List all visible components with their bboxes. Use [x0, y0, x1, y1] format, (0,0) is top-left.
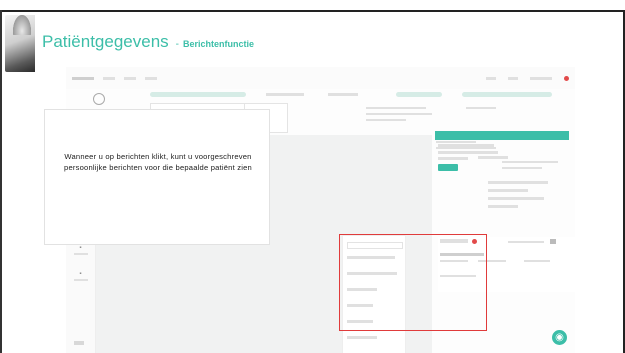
topbar-link[interactable]	[508, 76, 518, 80]
status-pill	[150, 92, 246, 97]
nav-item[interactable]	[124, 76, 136, 80]
corner-decoration-image	[5, 15, 35, 72]
callout-box: Wanneer u op berichten klikt, kunt u voo…	[44, 109, 270, 245]
detail-line	[466, 107, 496, 109]
app-logo[interactable]	[72, 76, 94, 80]
detail-line	[366, 113, 432, 115]
settings-icon[interactable]	[74, 341, 84, 345]
add-icon[interactable]: ▪	[77, 271, 84, 277]
detail-line	[366, 119, 406, 121]
slide-title-row: Patiëntgegevens - Berichtenfunctie	[42, 32, 254, 54]
rail-label	[74, 253, 88, 255]
more-icon[interactable]	[550, 239, 556, 244]
message-icon[interactable]: ▪	[77, 245, 84, 251]
detail-line	[366, 107, 426, 109]
message-preview[interactable]	[438, 144, 494, 147]
panel-line	[502, 161, 558, 163]
nav-item[interactable]	[103, 76, 115, 80]
compose-meta	[508, 241, 544, 243]
topbar-right-group	[486, 75, 569, 81]
panel-line	[488, 189, 528, 192]
panel-line	[488, 197, 544, 200]
nav-item[interactable]	[145, 76, 157, 80]
header-field	[328, 93, 358, 96]
topbar-user[interactable]	[530, 76, 552, 80]
highlight-frame	[339, 234, 487, 331]
header-field	[266, 93, 304, 96]
message-preview[interactable]	[438, 151, 498, 154]
title-separator: -	[175, 39, 179, 50]
list-item[interactable]	[347, 336, 377, 339]
panel-line	[436, 141, 476, 143]
app-topbar	[66, 67, 575, 89]
chat-icon[interactable]: ◉	[552, 330, 567, 345]
rail-label	[74, 279, 88, 281]
avatar	[93, 93, 105, 105]
slide-title: Patiëntgegevens	[42, 32, 169, 51]
status-pill	[462, 92, 552, 97]
topbar-link[interactable]	[486, 76, 496, 80]
status-pill	[396, 92, 442, 97]
panel-line	[478, 156, 508, 159]
compose-line	[524, 260, 550, 262]
send-button[interactable]	[438, 164, 458, 171]
messages-panel-header[interactable]	[435, 131, 569, 140]
slide-left-edge	[0, 10, 2, 353]
panel-line	[436, 147, 496, 149]
slide-subtitle: Berichtenfunctie	[183, 39, 255, 49]
notification-icon[interactable]	[564, 75, 569, 81]
panel-line	[488, 205, 518, 208]
message-preview[interactable]	[438, 157, 468, 160]
callout-text: Wanneer u op berichten klikt, kunt u voo…	[64, 152, 252, 172]
panel-line	[502, 167, 542, 169]
panel-line	[488, 181, 548, 184]
